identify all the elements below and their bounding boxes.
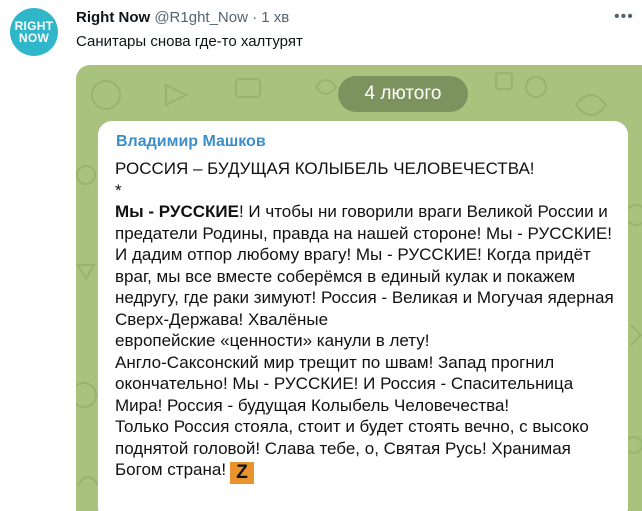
more-horizontal-icon[interactable]: ••• — [614, 8, 634, 26]
tweet-text: Санитары снова где-то халтурят — [76, 33, 303, 50]
tweet-header: Right Now @R1ght_Now · 1 хв — [76, 9, 289, 26]
display-name[interactable]: Right Now — [76, 9, 150, 26]
tweet-media-image[interactable]: 4 лютого Владимир Машков РОССИЯ – БУДУЩА… — [76, 65, 642, 511]
message-line-2: * — [115, 180, 122, 200]
message-bold-start: Мы - РУССКИЕ — [115, 202, 239, 221]
z-badge: Z — [230, 462, 255, 484]
handle-and-time[interactable]: @R1ght_Now · 1 хв — [154, 9, 289, 26]
account-avatar[interactable]: RIGHT NOW — [10, 8, 58, 56]
message-bubble: Владимир Машков РОССИЯ – БУДУЩАЯ КОЛЫБЕЛ… — [98, 121, 628, 511]
avatar-line-2: NOW — [18, 31, 50, 45]
message-line-1: РОССИЯ – БУДУЩАЯ КОЛЫБЕЛЬ ЧЕЛОВЕЧЕСТВА! — [115, 159, 535, 178]
message-author: Владимир Машков — [116, 133, 266, 150]
message-body: ! И чтобы ни говорили враги Великой Росс… — [115, 202, 614, 479]
date-pill: 4 лютого — [338, 76, 468, 112]
message-text: РОССИЯ – БУДУЩАЯ КОЛЫБЕЛЬ ЧЕЛОВЕЧЕСТВА! … — [115, 158, 620, 484]
